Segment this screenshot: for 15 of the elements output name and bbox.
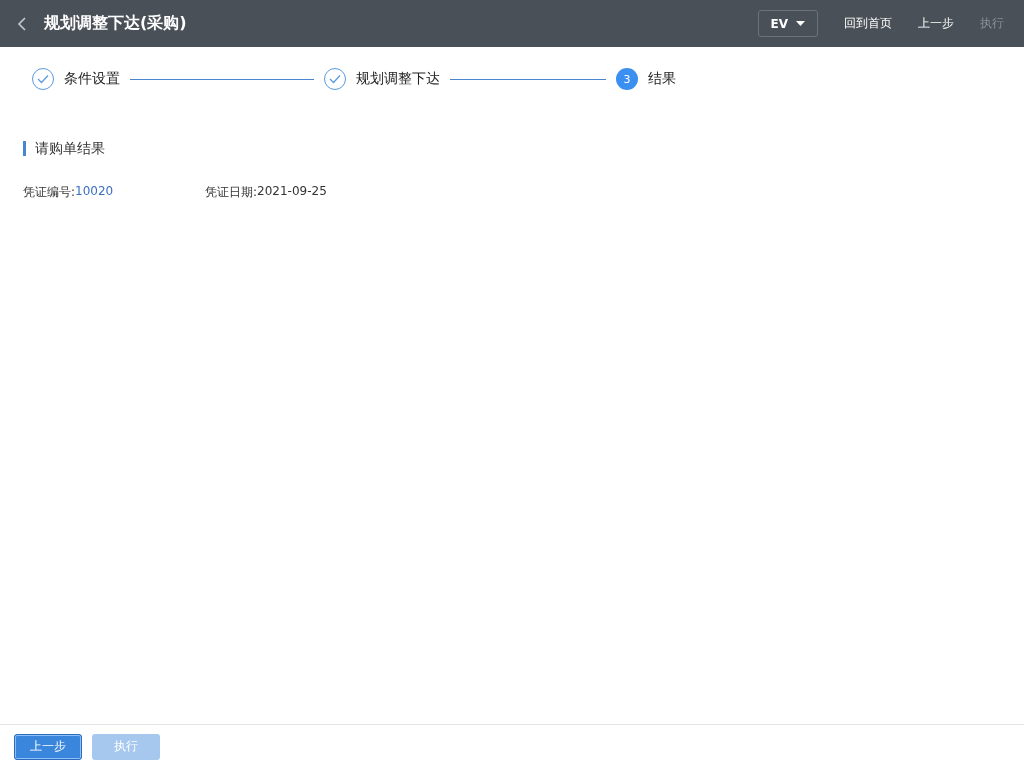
step-number: 3 xyxy=(616,68,638,90)
step-label: 结果 xyxy=(648,70,676,88)
page-title: 规划调整下达(采购) xyxy=(44,13,188,34)
dropdown[interactable]: EV xyxy=(757,10,818,37)
step-label: 条件设置 xyxy=(64,70,120,88)
field-link[interactable]: 10020 xyxy=(75,184,114,201)
field-label: 凭证编号: xyxy=(23,184,76,201)
footer-button[interactable]: 上一步 xyxy=(14,733,82,760)
header-button[interactable]: 回到首页 xyxy=(834,15,902,32)
field-value: 2021-09-25 xyxy=(257,184,327,200)
header-button[interactable]: 上一步 xyxy=(908,15,964,32)
step-label: 规划调整下达 xyxy=(356,70,440,88)
section-title: 请购单结果 xyxy=(23,141,1024,156)
field-label: 凭证日期: xyxy=(205,184,258,201)
caret-icon xyxy=(796,21,805,26)
